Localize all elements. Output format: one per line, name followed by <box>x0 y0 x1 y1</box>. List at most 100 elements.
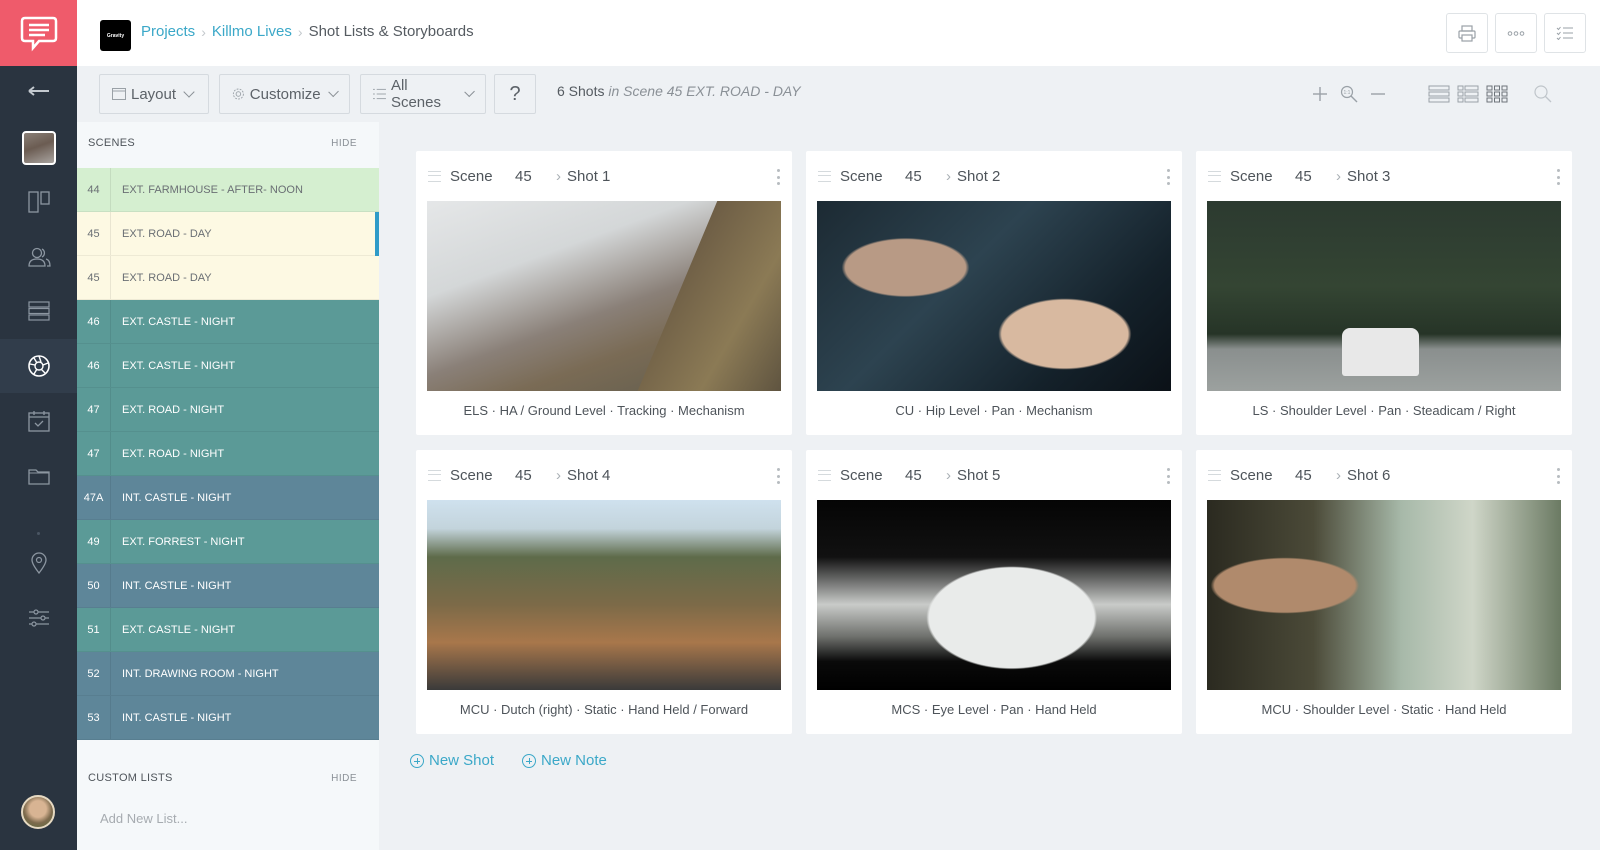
scene-row[interactable]: 46 EXT. CASTLE - NIGHT <box>77 300 379 344</box>
storyboard-image[interactable] <box>427 500 781 690</box>
rail-item-calendar[interactable] <box>0 394 77 448</box>
custom-lists-hide-button[interactable]: HIDE <box>331 773 357 784</box>
scene-number: 46 <box>77 344 111 387</box>
storyboard-image[interactable] <box>817 500 1171 690</box>
scene-row[interactable]: 44 EXT. FARMHOUSE - AFTER- NOON <box>77 168 379 212</box>
view-list-button[interactable] <box>1427 80 1451 108</box>
help-button[interactable]: ? <box>494 74 536 114</box>
scenes-hide-button[interactable]: HIDE <box>331 138 357 149</box>
minus-icon <box>1371 93 1385 95</box>
scene-row[interactable]: 49 EXT. FORREST - NIGHT <box>77 520 379 564</box>
drag-handle-icon[interactable] <box>428 470 441 481</box>
shot-card[interactable]: Scene 45 Shot 2 CU · Hip Level · Pan · Mech… <box>806 151 1182 435</box>
rail-item-stripboard[interactable] <box>0 284 77 338</box>
shot-specs: CU · Hip Level · Pan · Mechanism <box>895 403 1093 418</box>
rail-item-shot-lists[interactable] <box>0 339 77 393</box>
zoom-actual-size-icon: 1:1 <box>1340 85 1358 103</box>
scene-row[interactable]: 47A INT. CASTLE - NIGHT <box>77 476 379 520</box>
kebab-menu-icon[interactable] <box>1166 468 1170 484</box>
scene-name: EXT. ROAD - DAY <box>122 271 212 284</box>
scene-name: EXT. FARMHOUSE - AFTER- NOON <box>122 183 303 196</box>
scene-row[interactable]: 45 EXT. ROAD - DAY <box>77 212 379 256</box>
kebab-menu-icon[interactable] <box>1166 169 1170 185</box>
drag-handle-icon[interactable] <box>818 171 831 182</box>
zoom-in-button[interactable] <box>1310 80 1330 108</box>
chat-logo-icon <box>20 16 57 52</box>
scene-row[interactable]: 47 EXT. ROAD - NIGHT <box>77 388 379 432</box>
project-logo[interactable]: Gravity <box>100 20 131 51</box>
scene-row[interactable]: 52 INT. DRAWING ROOM - NIGHT <box>77 652 379 696</box>
customize-dropdown[interactable]: Customize <box>219 74 350 114</box>
drag-handle-icon[interactable] <box>1208 470 1221 481</box>
shot-count: 6 Shots <box>557 83 605 99</box>
contacts-icon <box>27 247 51 267</box>
rail-divider-dot <box>37 532 40 535</box>
kebab-menu-icon[interactable] <box>1556 468 1560 484</box>
drag-handle-icon[interactable] <box>428 171 441 182</box>
list-icon <box>373 88 386 100</box>
breadcrumb-project[interactable]: Killmo Lives <box>212 23 292 40</box>
app-logo[interactable] <box>0 0 77 66</box>
drag-handle-icon[interactable] <box>818 470 831 481</box>
toolbar: Layout Customize All Scenes ? 6 Shots in… <box>77 66 1600 122</box>
gear-icon <box>232 88 244 100</box>
add-new-list-input[interactable]: Add New List... <box>100 811 187 826</box>
scene-number: 49 <box>77 520 111 563</box>
account-avatar[interactable] <box>21 795 55 829</box>
search-button[interactable] <box>1532 80 1554 108</box>
shot-card[interactable]: Scene 45 Shot 5 MCS · Eye Level · Pan · Han… <box>806 450 1182 734</box>
scenes-filter-dropdown[interactable]: All Scenes <box>360 74 486 114</box>
shot-card[interactable]: Scene 45 Shot 3 LS · Shoulder Level · Pan ·… <box>1196 151 1572 435</box>
scene-row[interactable]: 46 EXT. CASTLE - NIGHT <box>77 344 379 388</box>
rail-item-locations[interactable] <box>0 536 77 590</box>
scene-number: 45 <box>77 212 111 255</box>
storyboard-image[interactable] <box>1207 201 1561 391</box>
scene-row[interactable]: 47 EXT. ROAD - NIGHT <box>77 432 379 476</box>
new-note-button[interactable]: New Note <box>522 752 607 769</box>
storyboard-image[interactable] <box>817 201 1171 391</box>
scene-row[interactable]: 50 INT. CASTLE - NIGHT <box>77 564 379 608</box>
shot-card[interactable]: Scene 45 Shot 1 ELS · HA / Ground Level · T… <box>416 151 792 435</box>
layout-dropdown[interactable]: Layout <box>99 74 209 114</box>
scene-name: EXT. CASTLE - NIGHT <box>122 359 236 372</box>
kebab-menu-icon[interactable] <box>1556 169 1560 185</box>
custom-lists-header: CUSTOM LISTS HIDE <box>77 757 379 799</box>
view-grid-button[interactable] <box>1485 80 1509 108</box>
view-split-button[interactable] <box>1456 80 1480 108</box>
zoom-reset-button[interactable]: 1:1 <box>1338 80 1360 108</box>
shot-card[interactable]: Scene 45 Shot 4 MCU · Dutch (right) · Stati… <box>416 450 792 734</box>
profile-button[interactable] <box>0 121 77 175</box>
storyboard-image[interactable] <box>427 201 781 391</box>
scene-number: 52 <box>77 652 111 695</box>
rail-item-files[interactable] <box>0 449 77 503</box>
kebab-menu-icon[interactable] <box>776 468 780 484</box>
shot-number: Shot 2 <box>946 168 1000 185</box>
shot-card-header: Scene 45 Shot 6 <box>1196 450 1572 500</box>
back-button[interactable] <box>0 64 77 118</box>
kebab-menu-icon[interactable] <box>776 169 780 185</box>
zoom-out-button[interactable] <box>1368 80 1388 108</box>
scene-row[interactable]: 51 EXT. CASTLE - NIGHT <box>77 608 379 652</box>
more-button[interactable] <box>1495 13 1537 53</box>
rail-item-settings[interactable] <box>0 591 77 645</box>
new-note-label: New Note <box>541 752 607 769</box>
scene-number: 51 <box>77 608 111 651</box>
printer-icon <box>1458 24 1476 42</box>
storyboard-image[interactable] <box>1207 500 1561 690</box>
shot-card[interactable]: Scene 45 Shot 6 MCU · Shoulder Level · Stat… <box>1196 450 1572 734</box>
rail-item-contacts[interactable] <box>0 230 77 284</box>
svg-text:1:1: 1:1 <box>1344 90 1351 96</box>
selected-indicator <box>375 212 379 256</box>
scene-row[interactable]: 53 INT. CASTLE - NIGHT <box>77 696 379 740</box>
breadcrumb-projects[interactable]: Projects <box>141 23 195 40</box>
print-button[interactable] <box>1446 13 1488 53</box>
user-avatar <box>21 131 56 165</box>
scene-row[interactable]: 45 EXT. ROAD - DAY <box>77 256 379 300</box>
drag-handle-icon[interactable] <box>1208 171 1221 182</box>
tasks-button[interactable] <box>1544 13 1586 53</box>
scene-label: Scene <box>450 467 493 484</box>
calendar-icon <box>27 411 50 432</box>
new-shot-button[interactable]: New Shot <box>410 752 494 769</box>
more-icon <box>1507 30 1525 36</box>
rail-item-boards[interactable] <box>0 175 77 229</box>
